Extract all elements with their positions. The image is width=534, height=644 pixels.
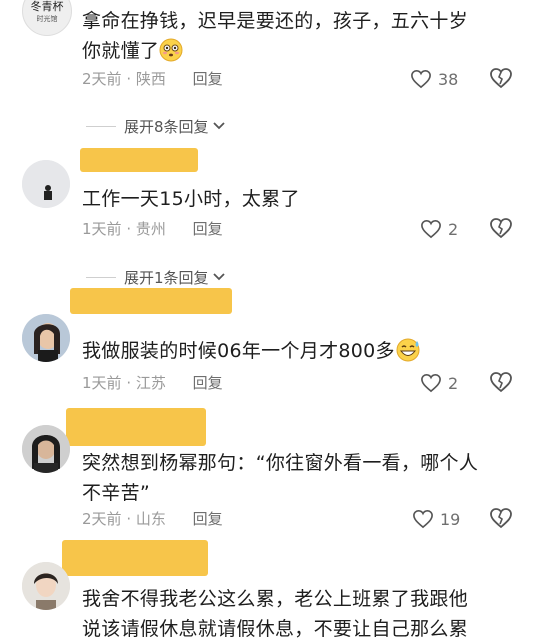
like-button[interactable]: 2	[420, 371, 458, 395]
dislike-button[interactable]	[488, 217, 514, 241]
broken-heart-icon	[490, 508, 512, 529]
comment-meta: 2天前 · 陕西 回复	[82, 70, 223, 88]
like-button[interactable]: 2	[420, 217, 458, 241]
sweat-smile-emoji-icon	[395, 338, 421, 371]
avatar-user-4[interactable]	[22, 425, 70, 473]
comment-meta: 2天前 · 山东 回复	[82, 510, 223, 528]
broken-heart-icon	[490, 68, 512, 89]
heart-outline-icon	[411, 69, 431, 89]
broken-heart-icon	[490, 218, 512, 239]
comment-meta: 1天前 · 江苏 回复	[82, 374, 223, 392]
redacted-username	[62, 540, 208, 576]
reply-button[interactable]: 回复	[193, 510, 223, 528]
expand-replies-button[interactable]: 展开1条回复	[86, 266, 226, 288]
dislike-button[interactable]	[488, 371, 514, 395]
flushed-emoji-icon	[159, 38, 183, 71]
dislike-button[interactable]	[488, 67, 514, 91]
redacted-username	[80, 148, 198, 172]
like-count: 2	[448, 373, 459, 393]
broken-heart-icon	[490, 372, 512, 393]
reply-button[interactable]: 回复	[193, 220, 223, 238]
avatar-silhouette-icon	[22, 160, 70, 208]
avatar-photo-icon	[22, 314, 70, 362]
avatar-logo-text: 冬青杯 时光馆	[30, 0, 64, 24]
like-count: 38	[438, 69, 459, 89]
heart-outline-icon	[421, 373, 441, 393]
reply-button[interactable]: 回复	[193, 374, 223, 392]
heart-outline-icon	[421, 219, 441, 239]
expand-replies-button[interactable]: 展开8条回复	[86, 115, 226, 137]
like-count: 2	[448, 219, 459, 239]
chevron-down-icon	[212, 273, 225, 281]
redacted-username	[66, 408, 206, 446]
avatar-user-5[interactable]	[22, 562, 70, 610]
comment-text: 突然想到杨幂那句：“你往窗外看一看，哪个人 不辛苦”	[82, 452, 479, 504]
comment-meta: 1天前 · 贵州 回复	[82, 220, 223, 238]
comment-text: 工作一天15小时，太累了	[82, 188, 300, 210]
comment-text: 我舍不得我老公这么累，老公上班累了我跟他 说该请假休息就请假休息，不要让自己那么…	[82, 588, 469, 640]
redacted-username	[70, 288, 232, 314]
dislike-button[interactable]	[488, 507, 514, 531]
avatar-photo-icon	[22, 425, 70, 473]
chevron-down-icon	[212, 122, 225, 130]
reply-button[interactable]: 回复	[193, 70, 223, 88]
like-button[interactable]: 19	[412, 507, 460, 531]
like-count: 19	[440, 509, 461, 529]
avatar-photo-icon	[22, 562, 70, 610]
avatar-user-3[interactable]	[22, 314, 70, 362]
comment-text: 我做服装的时候06年一个月才800多	[82, 336, 512, 371]
heart-outline-icon	[413, 509, 433, 529]
like-button[interactable]: 38	[410, 67, 458, 91]
comment-text: 拿命在挣钱，迟早是要还的，孩子，五六十岁 你就懂了	[82, 6, 512, 71]
avatar-user-2[interactable]	[22, 160, 70, 208]
avatar-user-1[interactable]: 冬青杯 时光馆	[22, 0, 72, 36]
